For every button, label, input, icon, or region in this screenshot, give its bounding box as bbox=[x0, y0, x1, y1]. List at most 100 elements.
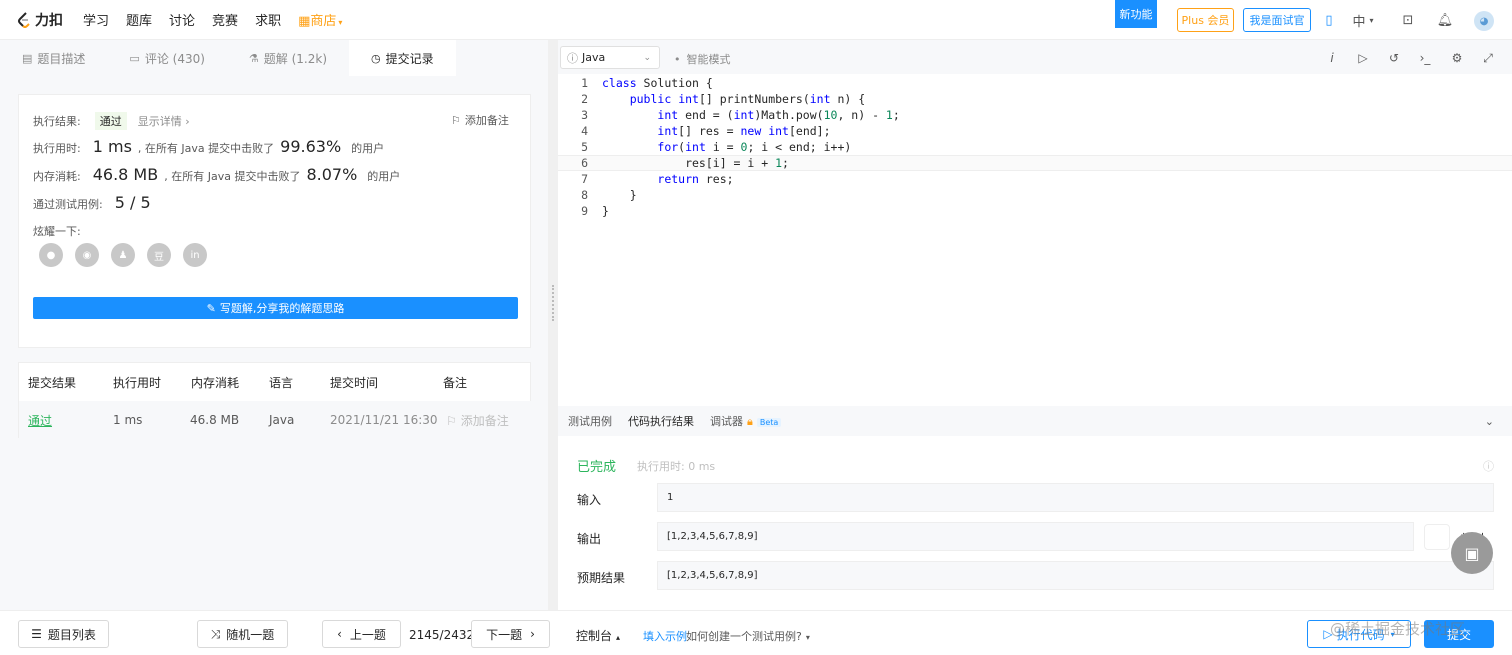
memory-row: 内存消耗: 46.8 MB , 在所有 Java 提交中击败了 8.07% 的用… bbox=[33, 165, 400, 184]
code-editor[interactable]: 1 class Solution { 2 public int[] printNu… bbox=[558, 74, 1512, 406]
write-solution-label: 写题解,分享我的解题思路 bbox=[219, 302, 345, 315]
wechat-icon[interactable]: ● bbox=[39, 243, 63, 267]
line-number: 1 bbox=[581, 76, 588, 90]
problem-list-label: 题目列表 bbox=[47, 627, 96, 642]
users-text: 的用户 bbox=[367, 170, 401, 183]
tab-comments[interactable]: ▭ 评论 (430) bbox=[107, 40, 227, 76]
write-solution-button[interactable]: ✎ 写题解,分享我的解题思路 bbox=[33, 297, 518, 319]
terminal-icon[interactable]: ›_ bbox=[1417, 50, 1433, 66]
plus-member-button[interactable]: Plus 会员 bbox=[1177, 8, 1234, 32]
console-label: 控制台 bbox=[576, 629, 613, 643]
playground-icon[interactable]: ⊡ bbox=[1399, 11, 1417, 29]
table-row[interactable]: 通过 1 ms 46.8 MB Java 2021/11/21 16:30 ⚐ 添… bbox=[19, 401, 532, 439]
tab-testcase[interactable]: 测试用例 bbox=[568, 413, 612, 429]
tab-description[interactable]: ▤ 题目描述 bbox=[0, 40, 107, 76]
diff-toggle[interactable] bbox=[1424, 524, 1450, 550]
code-line: 9} bbox=[558, 203, 1512, 219]
console-toggle[interactable]: 控制台 ▴ bbox=[576, 627, 620, 644]
prev-problem-button[interactable]: ‹ 上一题 bbox=[322, 620, 401, 648]
notebook-icon[interactable]: ▣ bbox=[1451, 532, 1493, 574]
help-icon[interactable]: ⓘ bbox=[1483, 458, 1494, 474]
code-text: } bbox=[602, 204, 609, 218]
problem-tabs: ▤ 题目描述 ▭ 评论 (430) ⚗︎ 题解 (1.2k) ◷ 提交记录 bbox=[0, 40, 548, 76]
gear-icon[interactable]: ⚙ bbox=[1449, 50, 1465, 66]
random-problem-button[interactable]: ⤨ 随机一题 bbox=[197, 620, 288, 648]
row-time: 2021/11/21 16:30 bbox=[330, 413, 438, 427]
douban-icon[interactable]: 豆 bbox=[147, 243, 171, 267]
expected-label: 预期结果 bbox=[577, 571, 626, 585]
logo-text: 力扣 bbox=[35, 12, 63, 29]
new-feature-badge[interactable]: 新功能 bbox=[1115, 0, 1157, 28]
nav-contest[interactable]: 竞赛 bbox=[212, 10, 238, 29]
header-note: 备注 bbox=[443, 375, 468, 390]
row-status[interactable]: 通过 bbox=[28, 412, 52, 429]
left-panel: ▤ 题目描述 ▭ 评论 (430) ⚗︎ 题解 (1.2k) ◷ 提交记录 执行结果: … bbox=[0, 40, 548, 610]
show-details-link[interactable]: 显示详情 › bbox=[138, 113, 190, 129]
info-italic-icon[interactable]: i bbox=[1324, 50, 1340, 66]
chevron-right-icon: › bbox=[530, 627, 535, 641]
avatar[interactable]: ◕ bbox=[1474, 11, 1494, 31]
tab-label: 提交记录 bbox=[385, 51, 434, 66]
add-note-button[interactable]: ⚐ 添加备注 bbox=[451, 112, 509, 128]
weibo-icon[interactable]: ◉ bbox=[75, 243, 99, 267]
linkedin-icon[interactable]: in bbox=[183, 243, 207, 267]
nav-problems[interactable]: 题库 bbox=[126, 10, 152, 29]
code-line: 3 int end = (int)Math.pow(10, n) - 1; bbox=[558, 107, 1512, 123]
qq-icon[interactable]: ♟ bbox=[111, 243, 135, 267]
line-number: 8 bbox=[581, 188, 588, 202]
code-line: 8 } bbox=[558, 187, 1512, 203]
problem-list-button[interactable]: ☰ 题目列表 bbox=[18, 620, 109, 648]
header-language: 语言 bbox=[269, 375, 294, 390]
nav-learn[interactable]: 学习 bbox=[83, 10, 109, 29]
document-icon: ▤ bbox=[22, 51, 33, 65]
nav-jobs[interactable]: 求职 bbox=[255, 10, 281, 29]
fullscreen-icon[interactable]: ⤢ bbox=[1480, 50, 1496, 66]
mobile-icon[interactable]: ▯ bbox=[1320, 11, 1338, 29]
code-line: 7 return res; bbox=[558, 171, 1512, 187]
code-text: return res; bbox=[657, 172, 734, 186]
shuffle-icon: ⤨ bbox=[210, 626, 221, 641]
bell-icon[interactable]: 🔔︎ bbox=[1436, 11, 1454, 29]
flag-icon: ⚐ bbox=[451, 114, 461, 127]
chevron-down-icon: ⌄ bbox=[643, 52, 651, 63]
tab-debugger[interactable]: 调试器 🔒︎ Beta bbox=[710, 413, 782, 429]
header-time: 提交时间 bbox=[330, 375, 379, 390]
code-text: for(int i = 0; i < end; i++) bbox=[657, 140, 852, 154]
code-text: int[] res = new int[end]; bbox=[657, 124, 831, 138]
runtime-label: 执行用时: bbox=[33, 142, 81, 155]
next-problem-button[interactable]: 下一题 › bbox=[471, 620, 550, 648]
code-text: class Solution { bbox=[602, 76, 713, 90]
table-header: 提交结果 执行用时 内存消耗 语言 提交时间 备注 bbox=[19, 363, 532, 401]
play-icon[interactable]: ▷ bbox=[1355, 50, 1371, 66]
smart-mode-toggle[interactable]: • 智能模式 bbox=[674, 51, 731, 67]
share-label: 炫耀一下: bbox=[33, 225, 81, 238]
row-add-note[interactable]: ⚐ 添加备注 bbox=[446, 412, 509, 429]
tab-submissions[interactable]: ◷ 提交记录 bbox=[349, 40, 456, 76]
random-label: 随机一题 bbox=[226, 627, 275, 642]
top-navbar: 力扣 学习 题库 讨论 竞赛 求职 ▦商店 ▾ 新功能 Plus 会员 我是面试官… bbox=[0, 0, 1512, 40]
drag-handle-icon bbox=[552, 285, 554, 321]
leetcode-logo-icon bbox=[18, 11, 30, 28]
editor-toolbar: ⓘ Java ⌄ • 智能模式 i ▷ ↺ ›_ ⚙ ⤢ bbox=[558, 40, 1512, 74]
how-testcase-link[interactable]: 如何创建一个测试用例? ▾ bbox=[686, 628, 810, 644]
memory-text: , 在所有 Java 提交中击败了 bbox=[164, 170, 301, 183]
language-toggle[interactable]: 中 ▾ bbox=[1346, 11, 1380, 30]
reset-icon[interactable]: ↺ bbox=[1386, 50, 1402, 66]
collapse-chevron-icon[interactable]: ⌄ bbox=[1485, 415, 1494, 428]
leetcode-logo[interactable]: 力扣 bbox=[16, 10, 63, 30]
nav-shop[interactable]: ▦商店 ▾ bbox=[298, 10, 342, 29]
result-badge: 通过 bbox=[94, 112, 127, 130]
tab-solutions[interactable]: ⚗︎ 题解 (1.2k) bbox=[227, 40, 349, 76]
debugger-label: 调试器 bbox=[710, 415, 743, 428]
interviewer-button[interactable]: 我是面试官 bbox=[1243, 8, 1311, 32]
bottom-bar: ☰ 题目列表 ⤨ 随机一题 ‹ 上一题 2145/2432 下一题 › 控制台 ▴ 填入示… bbox=[0, 610, 1512, 655]
line-number: 5 bbox=[581, 140, 588, 154]
nav-discuss[interactable]: 讨论 bbox=[169, 10, 195, 29]
tab-run-result[interactable]: 代码执行结果 bbox=[628, 413, 694, 429]
panel-resizer[interactable] bbox=[548, 40, 558, 610]
pencil-icon: ✎ bbox=[206, 301, 216, 315]
tests-row: 通过测试用例: 5 / 5 bbox=[33, 193, 157, 212]
language-select[interactable]: ⓘ Java ⌄ bbox=[560, 46, 660, 69]
code-text: } bbox=[602, 188, 637, 202]
fill-example-link[interactable]: 填入示例 bbox=[643, 628, 687, 644]
